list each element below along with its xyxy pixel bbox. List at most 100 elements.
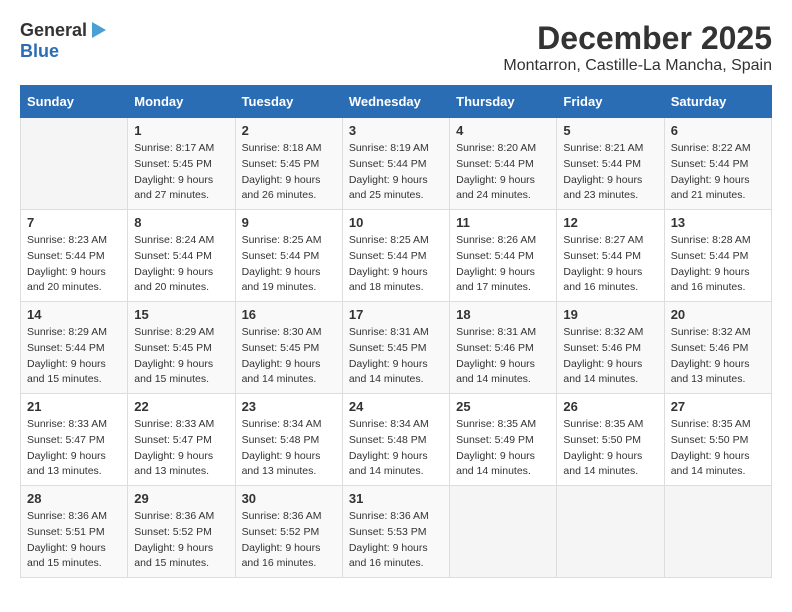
day-number: 8	[134, 215, 228, 230]
day-number: 4	[456, 123, 550, 138]
day-number: 3	[349, 123, 443, 138]
calendar-cell: 24 Sunrise: 8:34 AM Sunset: 5:48 PM Dayli…	[342, 394, 449, 486]
day-header-monday: Monday	[128, 86, 235, 118]
day-info: Sunrise: 8:20 AM Sunset: 5:44 PM Dayligh…	[456, 141, 550, 204]
day-number: 2	[242, 123, 336, 138]
day-number: 22	[134, 399, 228, 414]
calendar-cell: 13 Sunrise: 8:28 AM Sunset: 5:44 PM Dayli…	[664, 210, 771, 302]
calendar-cell: 27 Sunrise: 8:35 AM Sunset: 5:50 PM Dayli…	[664, 394, 771, 486]
day-info: Sunrise: 8:17 AM Sunset: 5:45 PM Dayligh…	[134, 141, 228, 204]
day-header-saturday: Saturday	[664, 86, 771, 118]
calendar-cell	[450, 486, 557, 578]
day-info: Sunrise: 8:18 AM Sunset: 5:45 PM Dayligh…	[242, 141, 336, 204]
calendar-cell: 22 Sunrise: 8:33 AM Sunset: 5:47 PM Dayli…	[128, 394, 235, 486]
day-info: Sunrise: 8:26 AM Sunset: 5:44 PM Dayligh…	[456, 233, 550, 296]
day-number: 29	[134, 491, 228, 506]
day-number: 20	[671, 307, 765, 322]
calendar-cell: 31 Sunrise: 8:36 AM Sunset: 5:53 PM Dayli…	[342, 486, 449, 578]
day-number: 23	[242, 399, 336, 414]
day-number: 1	[134, 123, 228, 138]
calendar-cell: 2 Sunrise: 8:18 AM Sunset: 5:45 PM Daylig…	[235, 118, 342, 210]
day-info: Sunrise: 8:28 AM Sunset: 5:44 PM Dayligh…	[671, 233, 765, 296]
logo-blue-text: Blue	[20, 41, 59, 62]
calendar-cell: 6 Sunrise: 8:22 AM Sunset: 5:44 PM Daylig…	[664, 118, 771, 210]
day-number: 11	[456, 215, 550, 230]
calendar-cell: 11 Sunrise: 8:26 AM Sunset: 5:44 PM Dayli…	[450, 210, 557, 302]
day-header-wednesday: Wednesday	[342, 86, 449, 118]
calendar-table: SundayMondayTuesdayWednesdayThursdayFrid…	[20, 85, 772, 578]
calendar-cell: 18Sunrise: 8:31 AM Sunset: 5:46 PM Dayli…	[450, 302, 557, 394]
day-info: Sunrise: 8:35 AM Sunset: 5:49 PM Dayligh…	[456, 417, 550, 480]
calendar-cell: 30 Sunrise: 8:36 AM Sunset: 5:52 PM Dayli…	[235, 486, 342, 578]
day-info: Sunrise: 8:23 AM Sunset: 5:44 PM Dayligh…	[27, 233, 121, 296]
day-info: Sunrise: 8:22 AM Sunset: 5:44 PM Dayligh…	[671, 141, 765, 204]
location: Montarron, Castille-La Mancha, Spain	[503, 57, 772, 75]
logo: General Blue	[20, 20, 106, 62]
day-info: Sunrise: 8:34 AM Sunset: 5:48 PM Dayligh…	[242, 417, 336, 480]
day-info: Sunrise: 8:33 AM Sunset: 5:47 PM Dayligh…	[134, 417, 228, 480]
day-info: Sunrise: 8:33 AM Sunset: 5:47 PM Dayligh…	[27, 417, 121, 480]
day-number: 31	[349, 491, 443, 506]
day-number: 6	[671, 123, 765, 138]
calendar-cell: 5Sunrise: 8:21 AM Sunset: 5:44 PM Daylig…	[557, 118, 664, 210]
page-header: General Blue December 2025 Montarron, Ca…	[20, 20, 772, 75]
calendar-cell: 9Sunrise: 8:25 AM Sunset: 5:44 PM Daylig…	[235, 210, 342, 302]
calendar-cell: 17Sunrise: 8:31 AM Sunset: 5:45 PM Dayli…	[342, 302, 449, 394]
calendar-cell: 23 Sunrise: 8:34 AM Sunset: 5:48 PM Dayli…	[235, 394, 342, 486]
day-number: 26	[563, 399, 657, 414]
day-header-tuesday: Tuesday	[235, 86, 342, 118]
logo-arrow-icon	[92, 22, 106, 38]
day-info: Sunrise: 8:27 AM Sunset: 5:44 PM Dayligh…	[563, 233, 657, 296]
logo-general-text: General	[20, 20, 87, 41]
calendar-cell: 16Sunrise: 8:30 AM Sunset: 5:45 PM Dayli…	[235, 302, 342, 394]
calendar-cell: 19Sunrise: 8:32 AM Sunset: 5:46 PM Dayli…	[557, 302, 664, 394]
day-info: Sunrise: 8:36 AM Sunset: 5:51 PM Dayligh…	[27, 509, 121, 572]
day-header-thursday: Thursday	[450, 86, 557, 118]
day-number: 16	[242, 307, 336, 322]
day-number: 24	[349, 399, 443, 414]
calendar-cell: 28 Sunrise: 8:36 AM Sunset: 5:51 PM Dayli…	[21, 486, 128, 578]
calendar-cell: 20 Sunrise: 8:32 AM Sunset: 5:46 PM Dayli…	[664, 302, 771, 394]
day-info: Sunrise: 8:36 AM Sunset: 5:52 PM Dayligh…	[242, 509, 336, 572]
calendar-cell: 29 Sunrise: 8:36 AM Sunset: 5:52 PM Dayli…	[128, 486, 235, 578]
day-info: Sunrise: 8:29 AM Sunset: 5:45 PM Dayligh…	[134, 325, 228, 388]
day-info: Sunrise: 8:34 AM Sunset: 5:48 PM Dayligh…	[349, 417, 443, 480]
calendar-cell: 3 Sunrise: 8:19 AM Sunset: 5:44 PM Daylig…	[342, 118, 449, 210]
day-header-sunday: Sunday	[21, 86, 128, 118]
day-number: 30	[242, 491, 336, 506]
day-info: Sunrise: 8:25 AM Sunset: 5:44 PM Dayligh…	[349, 233, 443, 296]
day-header-friday: Friday	[557, 86, 664, 118]
calendar-cell: 1 Sunrise: 8:17 AM Sunset: 5:45 PM Daylig…	[128, 118, 235, 210]
calendar-cell: 26Sunrise: 8:35 AM Sunset: 5:50 PM Dayli…	[557, 394, 664, 486]
day-info: Sunrise: 8:35 AM Sunset: 5:50 PM Dayligh…	[671, 417, 765, 480]
calendar-cell: 14 Sunrise: 8:29 AM Sunset: 5:44 PM Dayli…	[21, 302, 128, 394]
day-number: 5	[563, 123, 657, 138]
calendar-cell: 21 Sunrise: 8:33 AM Sunset: 5:47 PM Dayli…	[21, 394, 128, 486]
day-number: 9	[242, 215, 336, 230]
day-info: Sunrise: 8:32 AM Sunset: 5:46 PM Dayligh…	[563, 325, 657, 388]
day-info: Sunrise: 8:36 AM Sunset: 5:52 PM Dayligh…	[134, 509, 228, 572]
day-info: Sunrise: 8:36 AM Sunset: 5:53 PM Dayligh…	[349, 509, 443, 572]
day-number: 7	[27, 215, 121, 230]
calendar-cell: 8 Sunrise: 8:24 AM Sunset: 5:44 PM Daylig…	[128, 210, 235, 302]
day-number: 28	[27, 491, 121, 506]
calendar-cell	[21, 118, 128, 210]
day-number: 15	[134, 307, 228, 322]
day-number: 27	[671, 399, 765, 414]
calendar-cell: 10Sunrise: 8:25 AM Sunset: 5:44 PM Dayli…	[342, 210, 449, 302]
day-info: Sunrise: 8:24 AM Sunset: 5:44 PM Dayligh…	[134, 233, 228, 296]
day-number: 13	[671, 215, 765, 230]
calendar-week-row: 28 Sunrise: 8:36 AM Sunset: 5:51 PM Dayli…	[21, 486, 772, 578]
month-title: December 2025	[503, 20, 772, 57]
day-info: Sunrise: 8:31 AM Sunset: 5:46 PM Dayligh…	[456, 325, 550, 388]
title-block: December 2025 Montarron, Castille-La Man…	[503, 20, 772, 75]
calendar-header-row: SundayMondayTuesdayWednesdayThursdayFrid…	[21, 86, 772, 118]
day-number: 14	[27, 307, 121, 322]
day-info: Sunrise: 8:32 AM Sunset: 5:46 PM Dayligh…	[671, 325, 765, 388]
calendar-week-row: 1 Sunrise: 8:17 AM Sunset: 5:45 PM Daylig…	[21, 118, 772, 210]
day-info: Sunrise: 8:19 AM Sunset: 5:44 PM Dayligh…	[349, 141, 443, 204]
day-number: 21	[27, 399, 121, 414]
calendar-week-row: 7 Sunrise: 8:23 AM Sunset: 5:44 PM Daylig…	[21, 210, 772, 302]
day-info: Sunrise: 8:29 AM Sunset: 5:44 PM Dayligh…	[27, 325, 121, 388]
day-info: Sunrise: 8:31 AM Sunset: 5:45 PM Dayligh…	[349, 325, 443, 388]
